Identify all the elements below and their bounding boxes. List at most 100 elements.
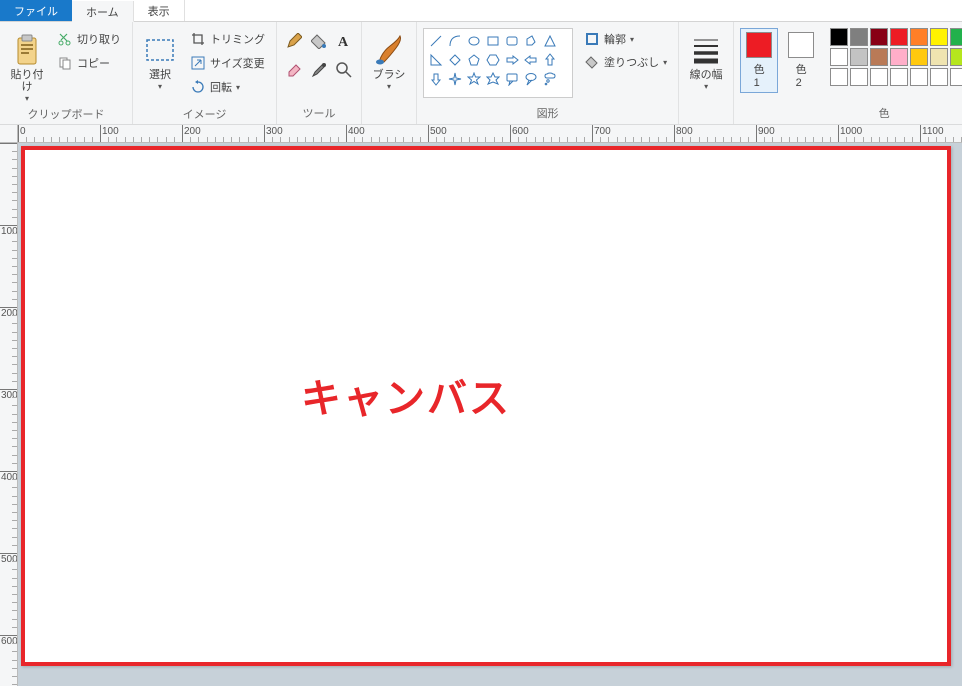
tab-file[interactable]: ファイル [0,0,72,21]
resize-button[interactable]: サイズ変更 [185,52,270,74]
paste-label: 貼り付け [7,69,47,93]
palette-swatch[interactable] [950,28,962,46]
palette-swatch[interactable] [930,48,948,66]
shape-oval[interactable] [465,32,483,50]
rotate-button[interactable]: 回転 ▾ [185,76,270,98]
palette-swatch[interactable] [930,68,948,86]
shape-star4[interactable] [446,70,464,88]
ruler-corner [0,125,18,143]
color2-button[interactable]: 色 2 [782,28,820,93]
shape-right-triangle[interactable] [427,51,445,69]
palette-swatch[interactable] [890,68,908,86]
shape-diamond[interactable] [446,51,464,69]
group-tools: A ツール [277,22,362,124]
palette-swatch[interactable] [890,48,908,66]
ruler-tick-label: 100 [1,226,18,237]
copy-button[interactable]: コピー [52,52,126,74]
color-palette [830,28,962,86]
palette-swatch[interactable] [830,28,848,46]
palette-swatch[interactable] [950,68,962,86]
palette-swatch[interactable] [890,28,908,46]
color1-label: 色 1 [754,61,765,89]
palette-swatch[interactable] [850,48,868,66]
chevron-down-icon: ▾ [25,94,29,103]
picker-tool[interactable] [308,57,330,83]
shape-roundrect[interactable] [503,32,521,50]
palette-swatch[interactable] [910,28,928,46]
group-linewidth: 線の幅 ▾ [679,22,734,124]
ruler-tick-label: 400 [1,472,18,483]
text-tool[interactable]: A [333,28,355,54]
fill-icon [584,54,600,70]
group-label-brushes [368,107,410,124]
palette-swatch[interactable] [830,48,848,66]
outline-icon [584,31,600,47]
crop-button[interactable]: トリミング [185,28,270,50]
palette-swatch[interactable] [870,68,888,86]
ruler-tick-label: 300 [1,390,18,401]
paste-button[interactable]: 貼り付け ▾ [6,28,48,104]
palette-swatch[interactable] [910,68,928,86]
shape-star6[interactable] [484,70,502,88]
select-button[interactable]: 選択 ▾ [139,28,181,104]
chevron-down-icon: ▾ [704,82,708,91]
ruler-tick-label: 700 [594,126,611,137]
palette-swatch[interactable] [850,28,868,46]
line-width-label: 線の幅 [690,69,723,81]
shape-star5[interactable] [465,70,483,88]
palette-swatch[interactable] [910,48,928,66]
color2-swatch [788,32,814,58]
line-width-button[interactable]: 線の幅 ▾ [685,28,727,104]
shape-curve[interactable] [446,32,464,50]
shape-callout-rect[interactable] [503,70,521,88]
ruler-tick-label: 100 [102,126,119,137]
crop-label: トリミング [210,31,265,47]
eraser-tool[interactable] [283,57,305,83]
shape-outline-button[interactable]: 輪郭 ▾ [579,28,672,50]
select-rect-icon [145,33,175,67]
brushes-button[interactable]: ブラシ ▾ [368,28,410,104]
tab-home[interactable]: ホーム [72,1,134,22]
copy-label: コピー [77,55,110,71]
fill-tool[interactable] [308,28,330,54]
palette-swatch[interactable] [850,68,868,86]
group-label-colors: 色 [740,103,962,124]
group-image: 選択 ▾ トリミング サイズ変更 [133,22,277,124]
palette-swatch[interactable] [950,48,962,66]
color1-button[interactable]: 色 1 [740,28,778,93]
palette-swatch[interactable] [930,28,948,46]
ruler-tick-label: 200 [184,126,201,137]
shape-polygon[interactable] [522,32,540,50]
shape-gallery[interactable] [423,28,573,98]
brush-icon [374,33,404,67]
ruler-tick-label: 300 [266,126,283,137]
ribbon: 貼り付け ▾ 切り取り コピー クリップボード [0,22,962,125]
shape-arrow-down[interactable] [427,70,445,88]
palette-swatch[interactable] [830,68,848,86]
shape-pentagon[interactable] [465,51,483,69]
group-clipboard: 貼り付け ▾ 切り取り コピー クリップボード [0,22,133,124]
group-label-shapes: 図形 [423,103,672,124]
zoom-tool[interactable] [333,57,355,83]
copy-icon [57,55,73,71]
canvas[interactable]: キャンバス [21,146,951,666]
select-label: 選択 [149,69,171,81]
shape-callout-cloud[interactable] [541,70,559,88]
cut-button[interactable]: 切り取り [52,28,126,50]
tab-view[interactable]: 表示 [134,0,185,21]
palette-swatch[interactable] [870,48,888,66]
chevron-down-icon: ▾ [158,82,162,91]
canvas-scroll-area[interactable]: キャンバス [18,143,962,686]
shape-arrow-right[interactable] [503,51,521,69]
shape-arrow-up[interactable] [541,51,559,69]
shape-rect[interactable] [484,32,502,50]
shape-line[interactable] [427,32,445,50]
shape-fill-button[interactable]: 塗りつぶし ▾ [579,51,672,73]
shape-hexagon[interactable] [484,51,502,69]
palette-swatch[interactable] [870,28,888,46]
ruler-tick-label: 1000 [840,126,862,137]
shape-arrow-left[interactable] [522,51,540,69]
pencil-tool[interactable] [283,28,305,54]
shape-triangle[interactable] [541,32,559,50]
shape-callout-oval[interactable] [522,70,540,88]
